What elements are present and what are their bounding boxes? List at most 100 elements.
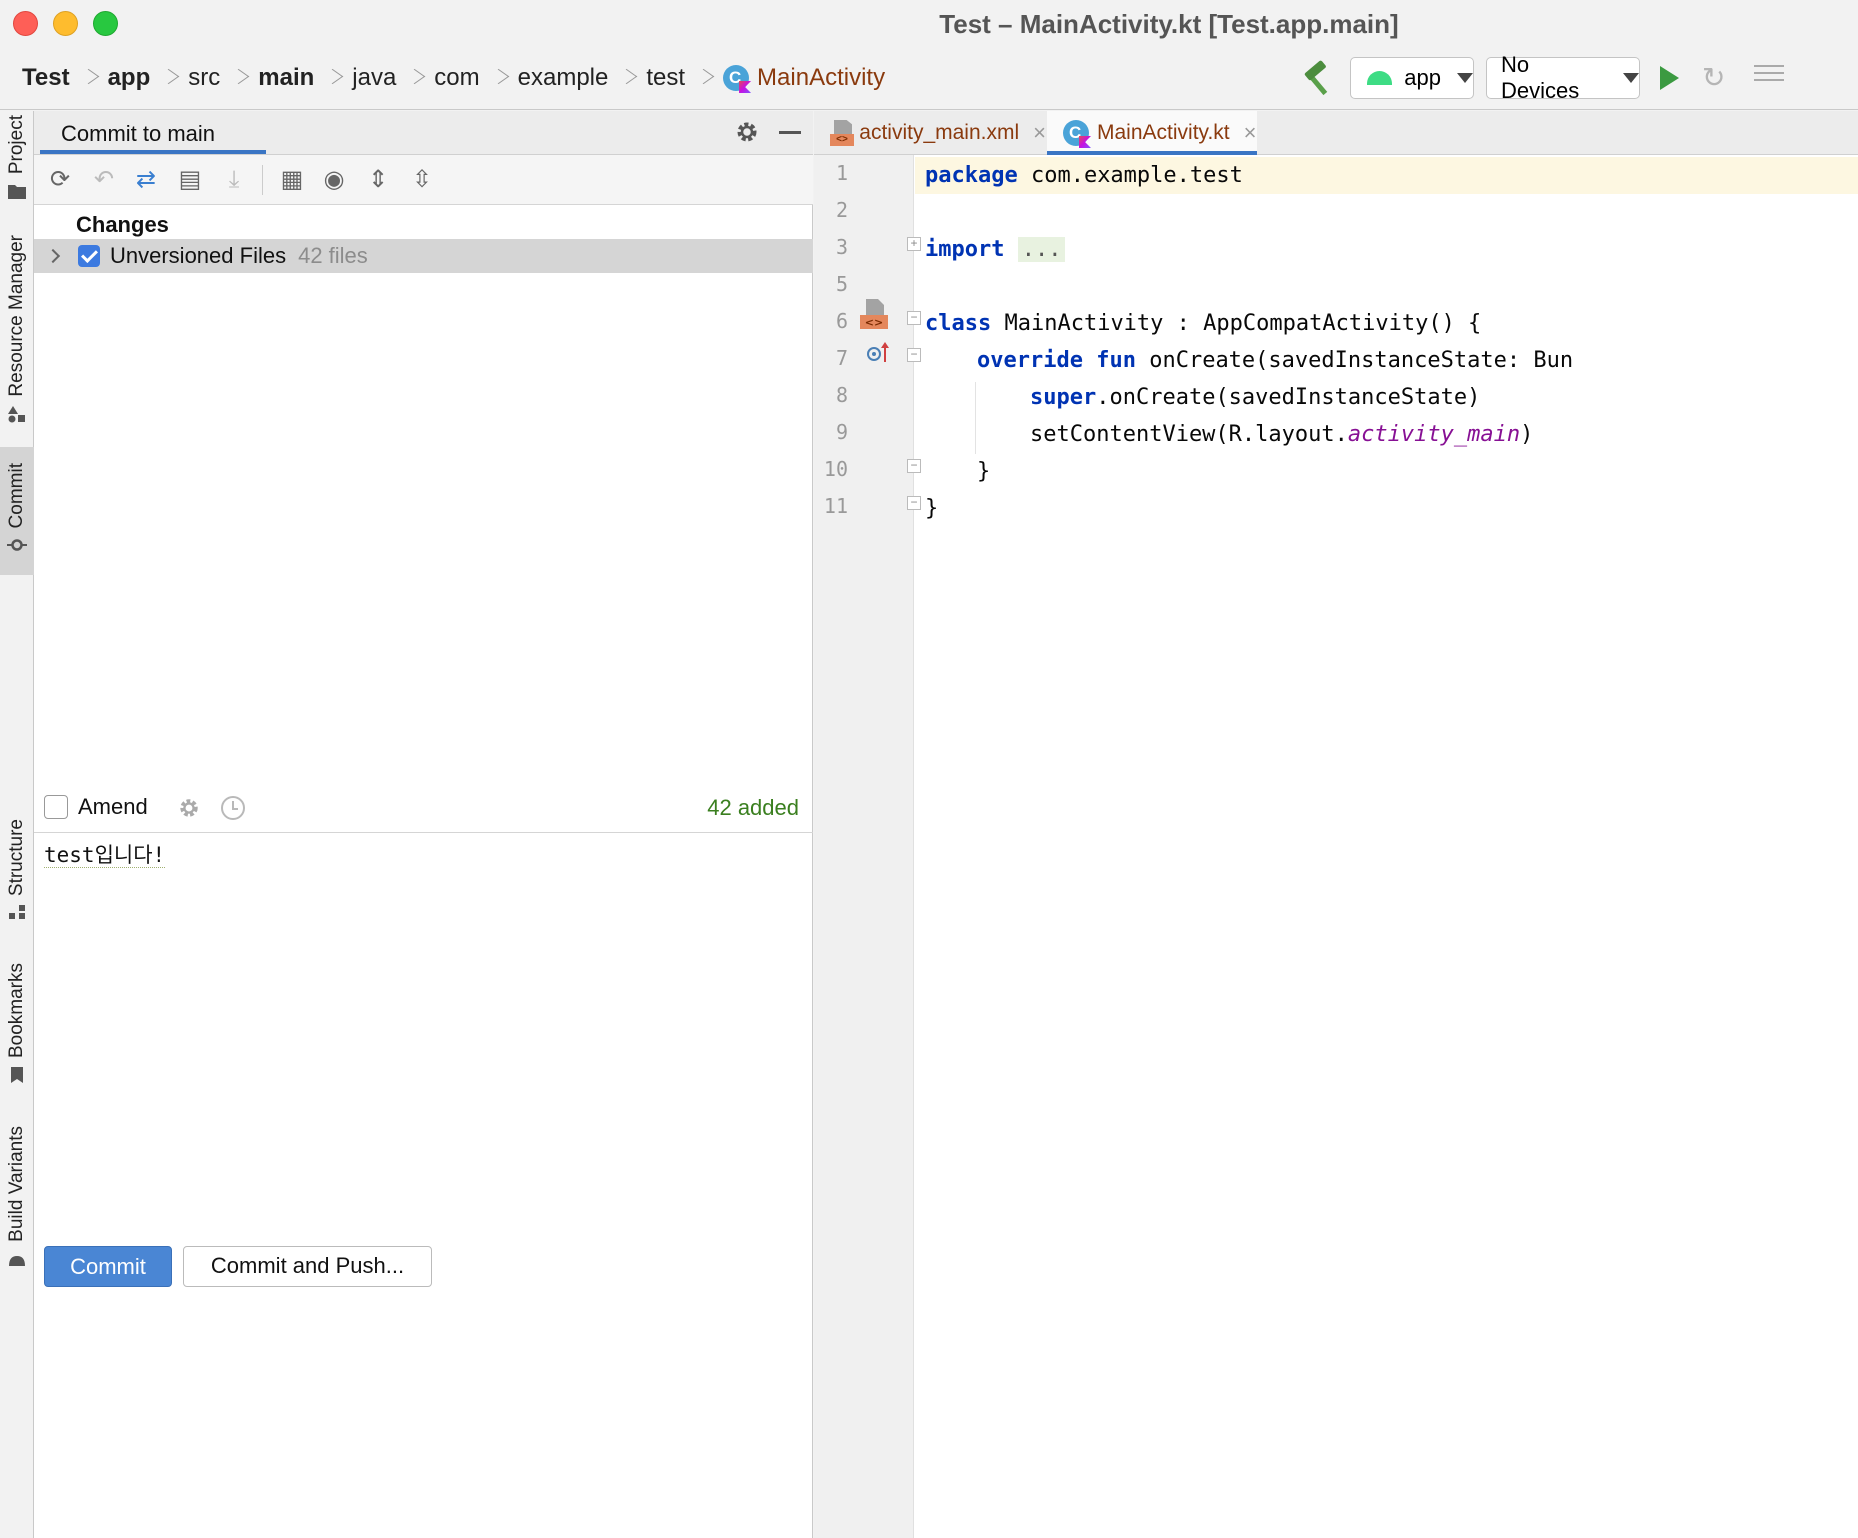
breadcrumb-test[interactable]: Test bbox=[22, 64, 70, 92]
kotlin-class-icon: C bbox=[1063, 120, 1089, 146]
show-diff-icon[interactable]: ⇄ bbox=[132, 166, 160, 194]
related-layout-xml-icon[interactable]: <> bbox=[860, 299, 888, 329]
line-number: 3 bbox=[835, 235, 848, 259]
code-editor: activity_main.xml × C MainActivity.kt × … bbox=[814, 111, 1858, 1538]
breadcrumb-app[interactable]: app bbox=[108, 64, 151, 92]
code-line-9: setContentView(R.layout.activity_main) bbox=[1030, 416, 1533, 453]
breadcrumb-separator-icon bbox=[620, 64, 632, 92]
keyword: package bbox=[925, 163, 1018, 188]
editor-gutter: 1 2 3 5 6 7 8 9 10 11 <> + − − − − bbox=[814, 155, 921, 1538]
line-number: 10 bbox=[823, 457, 848, 481]
tool-tab-resource-manager[interactable]: Resource Manager bbox=[0, 235, 34, 431]
unversioned-files-row[interactable]: Unversioned Files 42 files bbox=[34, 239, 813, 273]
code-text: ) bbox=[1520, 422, 1534, 447]
commit-panel-title[interactable]: Commit to main bbox=[61, 121, 215, 147]
tool-tab-resource-manager-label: Resource Manager bbox=[6, 235, 27, 397]
overrides-method-icon[interactable] bbox=[866, 342, 892, 364]
tool-tab-commit-label: Commit bbox=[6, 463, 27, 529]
keyword: fun bbox=[1096, 348, 1136, 373]
breadcrumb-src[interactable]: src bbox=[188, 64, 220, 92]
device-selector-label: No Devices bbox=[1501, 52, 1580, 103]
view-options-eye-icon[interactable]: ◉ bbox=[320, 166, 348, 194]
hide-panel-icon[interactable] bbox=[779, 131, 801, 134]
tool-tab-structure-label: Structure bbox=[6, 819, 27, 897]
more-actions-icon[interactable] bbox=[1754, 60, 1784, 90]
tab-label: MainActivity.kt bbox=[1097, 121, 1230, 144]
folded-imports[interactable]: ... bbox=[1017, 237, 1066, 262]
tab-mainactivity-kt[interactable]: C MainActivity.kt × bbox=[1047, 111, 1257, 155]
tool-tab-build-variants[interactable]: Build Variants bbox=[0, 1126, 34, 1276]
line-number: 11 bbox=[823, 494, 848, 518]
unversioned-files-checkbox[interactable] bbox=[78, 245, 100, 267]
commit-message-input[interactable]: test입니다! bbox=[44, 839, 804, 1219]
breadcrumb-separator-icon bbox=[697, 64, 709, 92]
tab-activity-main-xml[interactable]: activity_main.xml × bbox=[814, 111, 1046, 155]
breadcrumb-java[interactable]: java bbox=[352, 64, 396, 92]
shelve-icon[interactable]: ⤓ bbox=[220, 166, 248, 194]
tab-label: activity_main.xml bbox=[859, 121, 1020, 144]
dropdown-arrow-icon bbox=[1623, 73, 1639, 83]
active-tab-indicator bbox=[40, 150, 266, 154]
gear-icon[interactable] bbox=[735, 120, 759, 144]
code-text: com.example.test bbox=[1017, 163, 1243, 188]
build-hammer-icon[interactable] bbox=[1298, 60, 1338, 100]
tool-tab-bookmarks[interactable]: Bookmarks bbox=[0, 963, 34, 1092]
close-tab-icon[interactable]: × bbox=[1033, 120, 1046, 146]
apply-changes-icon[interactable]: ↻ bbox=[1702, 62, 1734, 94]
chevron-right-icon[interactable] bbox=[45, 248, 61, 264]
tool-tab-project[interactable]: Project bbox=[0, 111, 34, 208]
code-text: MainActivity : AppCompatActivity() { bbox=[991, 311, 1482, 336]
keyword: override bbox=[977, 348, 1083, 373]
folder-icon bbox=[8, 185, 26, 200]
left-tool-window-strip: Project Resource Manager Commit Structur… bbox=[0, 111, 34, 1538]
line-number: 6 bbox=[835, 309, 848, 333]
tool-tab-structure[interactable]: Structure bbox=[0, 819, 34, 930]
close-tab-icon[interactable]: × bbox=[1244, 120, 1257, 146]
added-files-summary: 42 added bbox=[707, 795, 799, 820]
rollback-icon[interactable]: ↶ bbox=[90, 166, 118, 194]
android-icon bbox=[1367, 71, 1393, 85]
commit-and-push-button[interactable]: Commit and Push... bbox=[183, 1246, 432, 1287]
group-by-icon[interactable]: ▦ bbox=[278, 166, 306, 194]
breadcrumb-example[interactable]: example bbox=[518, 64, 609, 92]
code-line-1: package com.example.test bbox=[925, 157, 1243, 194]
tool-tab-project-label: Project bbox=[6, 115, 27, 175]
breadcrumb-mainactivity[interactable]: C MainActivity bbox=[723, 64, 885, 92]
breadcrumb-separator-icon bbox=[162, 64, 174, 92]
code-line-8: super.onCreate(savedInstanceState) bbox=[1030, 379, 1480, 416]
toolbar-divider bbox=[262, 165, 263, 195]
breadcrumb-separator-icon bbox=[82, 64, 94, 92]
svg-text:<>: <> bbox=[865, 316, 883, 329]
run-play-icon[interactable] bbox=[1660, 66, 1679, 90]
keyword: class bbox=[925, 311, 992, 336]
commit-options-gear-icon[interactable] bbox=[178, 797, 200, 819]
refresh-icon[interactable]: ⟳ bbox=[46, 166, 74, 194]
changes-heading: Changes bbox=[76, 212, 169, 237]
amend-label[interactable]: Amend bbox=[78, 794, 148, 820]
breadcrumb-separator-icon bbox=[232, 64, 244, 92]
amend-checkbox[interactable] bbox=[44, 795, 68, 819]
tool-tab-commit[interactable]: Commit bbox=[0, 447, 34, 575]
expand-all-icon[interactable]: ⇕ bbox=[364, 166, 392, 194]
changelist-icon[interactable]: ▤ bbox=[176, 166, 204, 194]
kotlin-class-icon: C bbox=[723, 65, 750, 91]
code-text-area[interactable]: package com.example.test import ... clas… bbox=[915, 155, 1858, 1538]
breadcrumb-com[interactable]: com bbox=[434, 64, 479, 92]
device-selector-dropdown[interactable]: No Devices bbox=[1486, 52, 1640, 103]
line-number: 8 bbox=[835, 383, 848, 407]
collapse-all-icon[interactable]: ⇳ bbox=[408, 166, 436, 194]
resource-reference: activity_main bbox=[1347, 422, 1521, 447]
breadcrumb-main[interactable]: main bbox=[258, 64, 314, 92]
commit-tool-window: Commit to main ⟳ ↶ ⇄ ▤ ⤓ ▦ ◉ ⇕ ⇳ Changes… bbox=[34, 111, 813, 1538]
run-configuration-dropdown[interactable]: app bbox=[1350, 57, 1474, 99]
dropdown-arrow-icon bbox=[1457, 73, 1473, 83]
line-number: 5 bbox=[835, 272, 848, 296]
commit-history-clock-icon[interactable] bbox=[221, 796, 245, 820]
line-number: 9 bbox=[835, 420, 848, 444]
amend-bar: Amend 42 added bbox=[34, 787, 813, 833]
breadcrumb-test-package[interactable]: test bbox=[646, 64, 685, 92]
commit-button[interactable]: Commit bbox=[44, 1246, 172, 1287]
breadcrumb-separator-icon bbox=[492, 64, 504, 92]
commit-icon bbox=[7, 539, 27, 552]
code-line-10: } bbox=[977, 459, 991, 484]
